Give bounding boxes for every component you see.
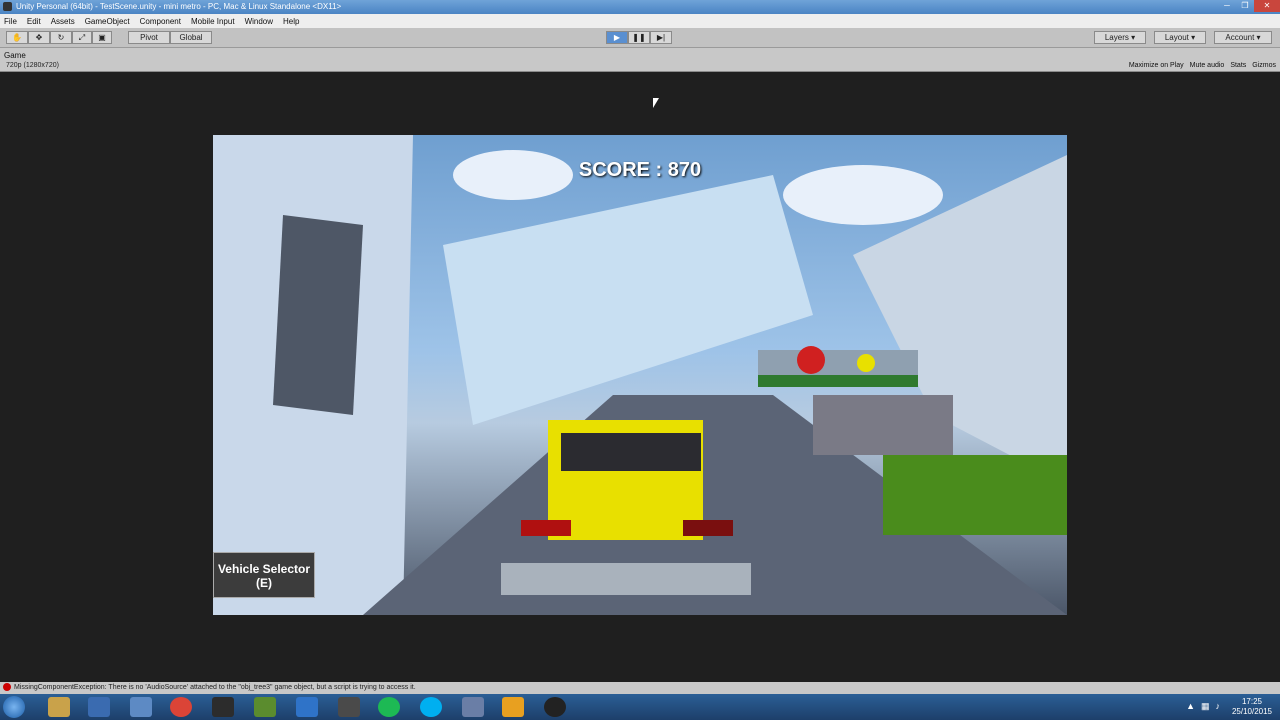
menu-bar: File Edit Assets GameObject Component Mo… — [0, 14, 1280, 28]
chrome-icon[interactable] — [170, 697, 192, 717]
network-icon[interactable]: ▦ — [1201, 701, 1210, 712]
minecraft-icon[interactable] — [254, 697, 276, 717]
taskbar: ▲ ▦ ♪ 17:25 25/10/2015 — [0, 694, 1280, 720]
game-scene — [213, 135, 1067, 615]
obs-icon[interactable] — [544, 697, 566, 717]
toolbar: ✋ ✥ ↻ ⤢ ▣ Pivot Global ▶ ❚❚ ▶| Layers ▾ … — [0, 28, 1280, 48]
system-tray: ▲ ▦ ♪ — [1186, 701, 1220, 712]
unity-icon — [3, 2, 12, 11]
play-button[interactable]: ▶ — [606, 31, 628, 44]
menu-component[interactable]: Component — [140, 17, 181, 26]
menu-file[interactable]: File — [4, 17, 17, 26]
account-dropdown[interactable]: Account ▾ — [1214, 31, 1272, 44]
menu-edit[interactable]: Edit — [27, 17, 41, 26]
score-display: SCORE : 870 — [578, 159, 702, 181]
layers-label: Layers — [1104, 33, 1129, 42]
move-tool-icon[interactable]: ✥ — [28, 31, 50, 44]
menu-gameobject[interactable]: GameObject — [85, 17, 130, 26]
layers-dropdown[interactable]: Layers ▾ — [1094, 31, 1146, 44]
game-view-header: Game 720p (1280x720) Maximize on Play Mu… — [0, 48, 1280, 72]
unity-taskbar-icon[interactable] — [212, 697, 234, 717]
taxi-taillight — [683, 520, 733, 536]
global-toggle[interactable]: Global — [170, 31, 212, 44]
tray-arrow-icon[interactable]: ▲ — [1186, 701, 1195, 712]
vehicle-selector-label: Vehicle Selector — [217, 562, 311, 576]
taxi-taillight — [521, 520, 571, 536]
step-button[interactable]: ▶| — [650, 31, 672, 44]
error-icon — [3, 683, 11, 692]
resolution-dropdown[interactable]: 720p (1280x720) — [6, 62, 59, 69]
taxi-bumper — [501, 563, 751, 595]
pivot-label: Pivot — [140, 33, 158, 42]
window-titlebar: Unity Personal (64bit) - TestScene.unity… — [0, 0, 1280, 14]
menu-window[interactable]: Window — [245, 17, 273, 26]
media-player-icon[interactable] — [88, 697, 110, 717]
scale-tool-icon[interactable]: ⤢ — [72, 31, 92, 44]
close-button[interactable]: ✕ — [1254, 0, 1280, 12]
debris-panel — [443, 175, 813, 425]
account-label: Account — [1225, 33, 1255, 42]
tree-red — [797, 346, 825, 374]
app-icon[interactable] — [462, 697, 484, 717]
vehicle-selector-key: (E) — [256, 576, 272, 590]
app-icon[interactable] — [502, 697, 524, 717]
clock-date: 25/10/2015 — [1231, 707, 1272, 716]
console-status-bar[interactable]: MissingComponentException: There is no '… — [0, 682, 1280, 694]
explorer-icon[interactable] — [48, 697, 70, 717]
car-grey — [813, 395, 953, 455]
mute-audio-toggle[interactable]: Mute audio — [1190, 62, 1225, 69]
pause-button[interactable]: ❚❚ — [628, 31, 650, 44]
layout-dropdown[interactable]: Layout ▾ — [1154, 31, 1206, 44]
global-label: Global — [179, 33, 203, 42]
menu-assets[interactable]: Assets — [51, 17, 75, 26]
gizmos-dropdown[interactable]: Gizmos — [1252, 62, 1276, 69]
game-options: Maximize on Play Mute audio Stats Gizmos — [1129, 62, 1276, 69]
grass — [758, 375, 918, 387]
hand-tool-icon[interactable]: ✋ — [6, 31, 28, 44]
start-button[interactable] — [3, 696, 25, 718]
mouse-cursor-icon — [653, 98, 659, 108]
spotify-icon[interactable] — [378, 697, 400, 717]
app-icon[interactable] — [296, 697, 318, 717]
layout-label: Layout — [1164, 33, 1189, 42]
rotate-tool-icon[interactable]: ↻ — [50, 31, 72, 44]
volume-icon[interactable]: ♪ — [1216, 701, 1221, 712]
tab-game[interactable]: Game — [4, 51, 26, 60]
rect-tool-icon[interactable]: ▣ — [92, 31, 112, 44]
window-controls: ─ ❐ ✕ — [1218, 0, 1280, 12]
building-block — [273, 215, 363, 415]
maximize-button[interactable]: ❐ — [1236, 0, 1254, 12]
menu-help[interactable]: Help — [283, 17, 299, 26]
stats-toggle[interactable]: Stats — [1230, 62, 1246, 69]
tree-yellow — [857, 354, 875, 372]
game-viewport[interactable]: SCORE : 870 Vehicle Selector (E) — [213, 135, 1067, 615]
app-icon[interactable] — [338, 697, 360, 717]
clock[interactable]: 17:25 25/10/2015 — [1232, 697, 1272, 717]
taxi-window — [561, 433, 701, 471]
clock-time: 17:25 — [1241, 697, 1262, 706]
minimize-button[interactable]: ─ — [1218, 0, 1236, 12]
console-message: MissingComponentException: There is no '… — [14, 684, 416, 691]
car-green — [883, 455, 1067, 535]
skype-icon[interactable] — [420, 697, 442, 717]
window-title: Unity Personal (64bit) - TestScene.unity… — [16, 2, 342, 11]
visual-studio-icon[interactable] — [130, 697, 152, 717]
vehicle-selector-button[interactable]: Vehicle Selector (E) — [213, 552, 315, 598]
menu-mobile-input[interactable]: Mobile Input — [191, 17, 235, 26]
maximize-on-play-toggle[interactable]: Maximize on Play — [1129, 62, 1184, 69]
pivot-toggle[interactable]: Pivot — [128, 31, 170, 44]
